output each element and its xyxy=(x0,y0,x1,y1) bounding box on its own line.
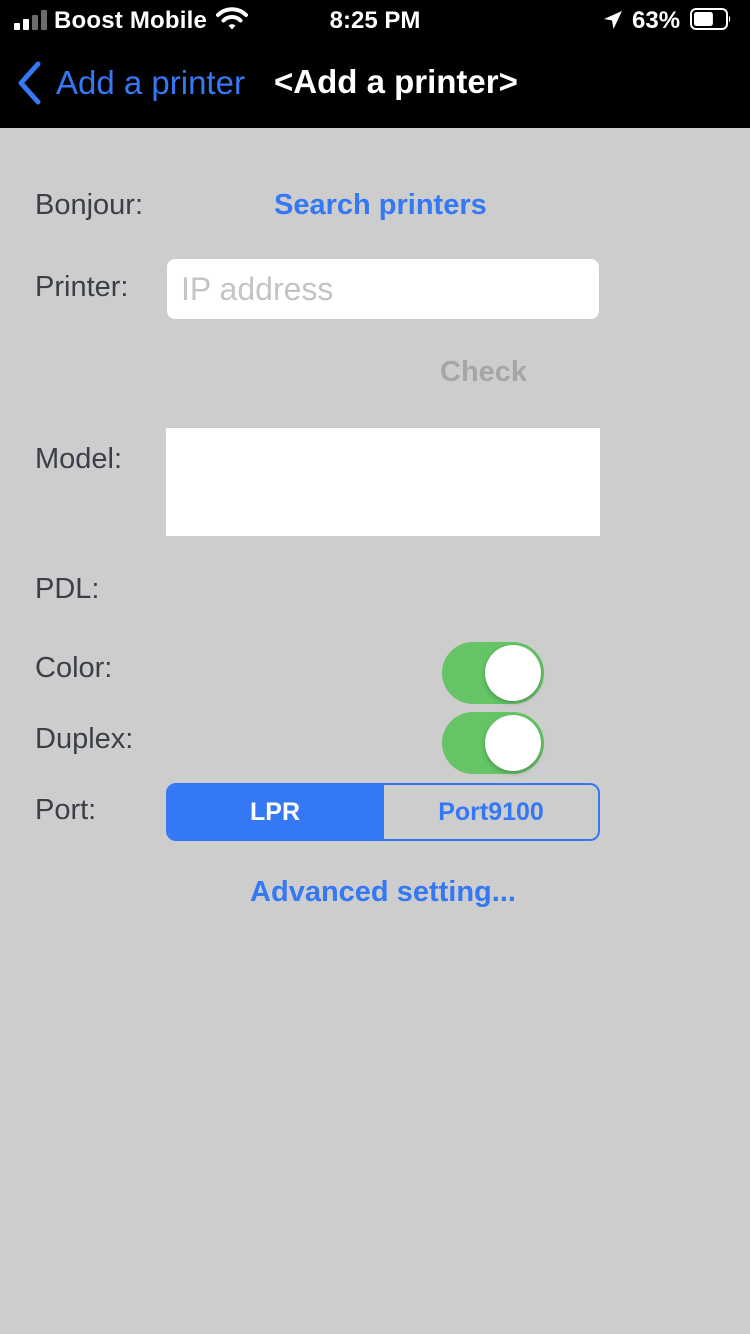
duplex-toggle[interactable] xyxy=(442,712,544,774)
status-bar: Boost Mobile 8:25 PM 63% xyxy=(0,0,750,40)
page-title: <Add a printer> xyxy=(274,63,518,100)
bonjour-label: Bonjour: xyxy=(35,189,144,221)
chevron-left-icon[interactable] xyxy=(16,60,44,106)
model-label: Model: xyxy=(35,443,123,475)
toggle-knob xyxy=(485,715,541,771)
color-label: Color: xyxy=(35,652,113,684)
battery-icon xyxy=(690,8,731,30)
add-printer-screen: Boost Mobile 8:25 PM 63% Add a printer <… xyxy=(0,0,750,1334)
back-button[interactable]: Add a printer xyxy=(56,64,245,102)
toggle-knob xyxy=(485,645,541,701)
printer-label: Printer: xyxy=(35,271,129,303)
navigation-bar: Add a printer <Add a printer> xyxy=(0,52,750,116)
port-option-port9100[interactable]: Port9100 xyxy=(382,785,598,839)
search-printers-button[interactable]: Search printers xyxy=(274,189,487,222)
pdl-label: PDL: xyxy=(35,573,100,605)
color-toggle[interactable] xyxy=(442,642,544,704)
battery-percent: 63% xyxy=(632,7,681,34)
port-label: Port: xyxy=(35,794,97,826)
duplex-label: Duplex: xyxy=(35,723,134,755)
top-bar: Boost Mobile 8:25 PM 63% Add a printer <… xyxy=(0,0,750,128)
port-option-lpr[interactable]: LPR xyxy=(168,785,382,839)
port-segmented-control: LPR Port9100 xyxy=(166,783,600,841)
model-field xyxy=(166,428,600,536)
location-arrow-icon xyxy=(604,11,622,29)
advanced-setting-link[interactable]: Advanced setting... xyxy=(0,876,750,909)
check-button[interactable]: Check xyxy=(440,356,527,389)
ip-address-input[interactable] xyxy=(167,259,599,319)
